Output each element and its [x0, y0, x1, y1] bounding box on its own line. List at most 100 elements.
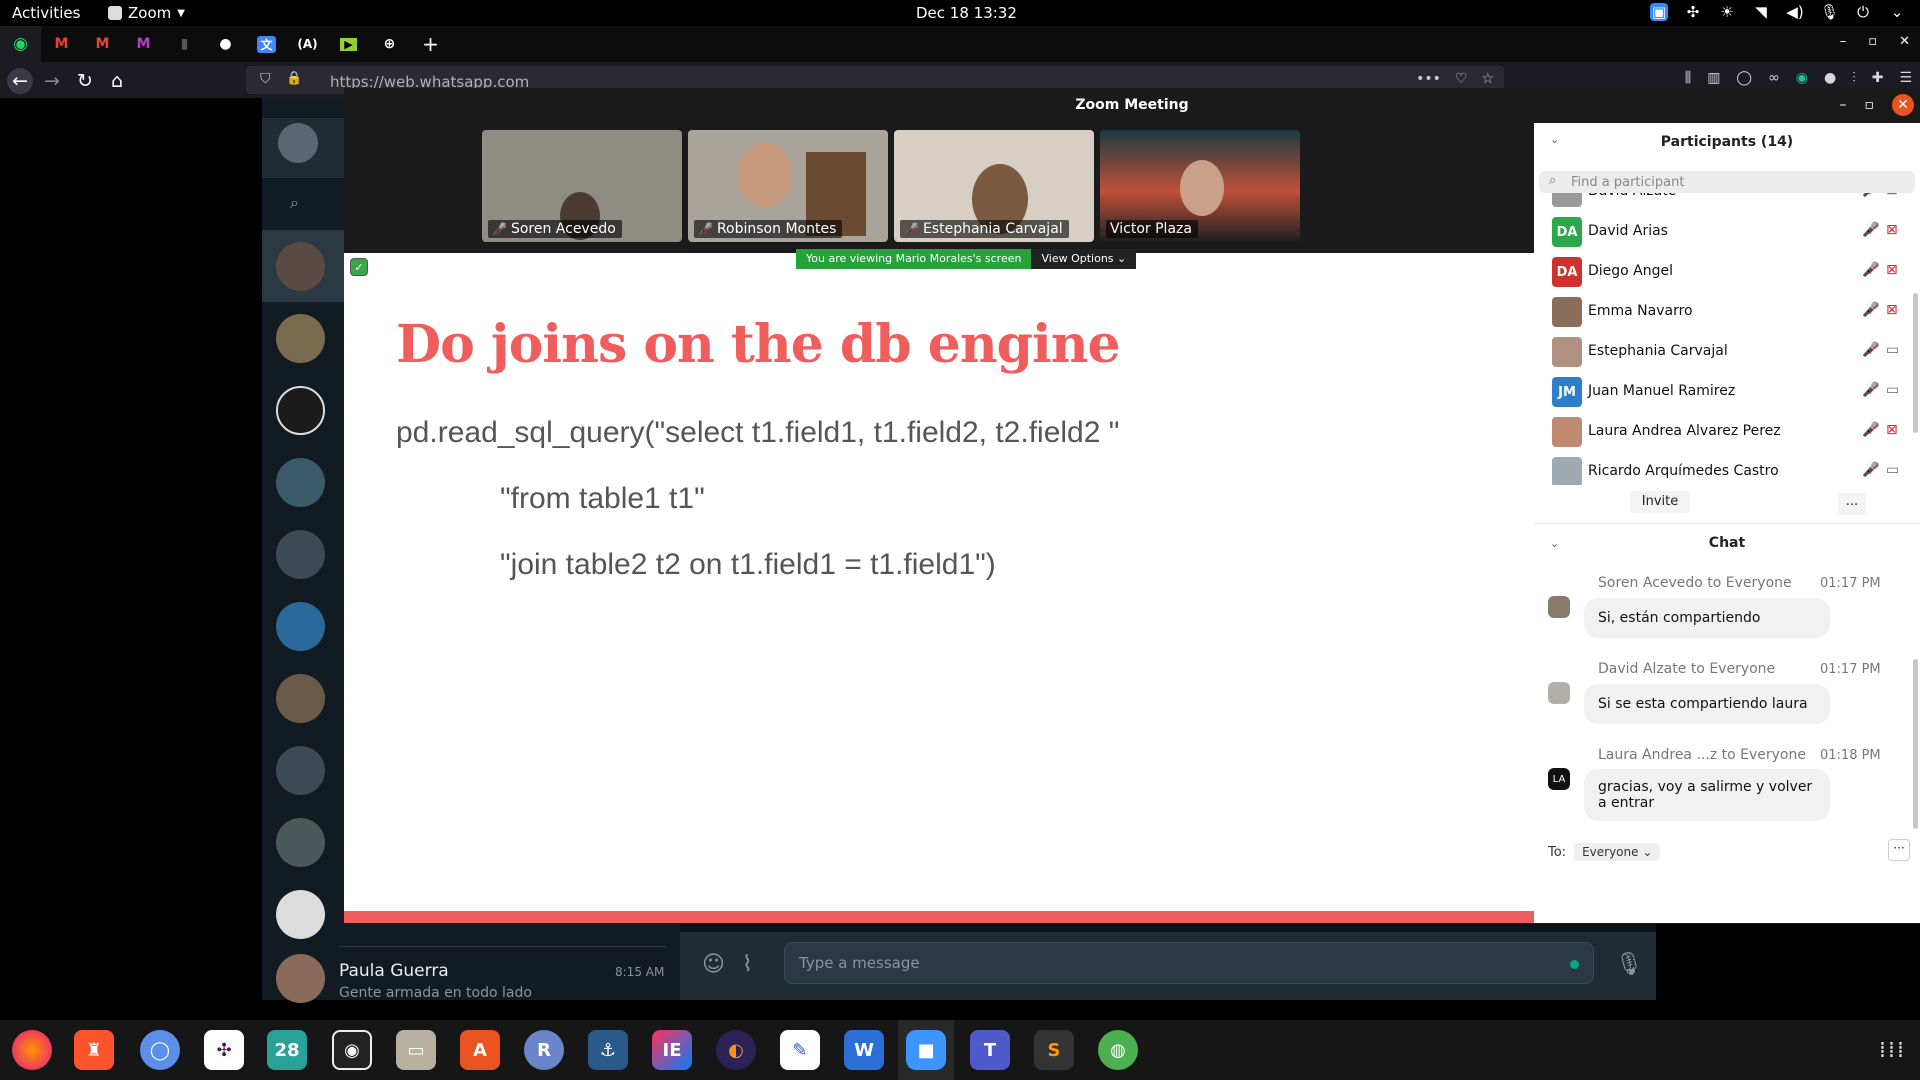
power-icon[interactable]: ⏻	[1854, 3, 1872, 21]
video-tile[interactable]: 🎤̸ Robinson Montes	[688, 130, 888, 242]
search-icon[interactable]: ⌕	[290, 193, 299, 213]
volume-icon[interactable]: ◀)	[1786, 3, 1804, 21]
emoji-icon[interactable]: ☺	[702, 952, 725, 977]
participant-row[interactable]: DA Diego Angel 🎤̸ ⊠	[1534, 251, 1920, 291]
extension-icon[interactable]: ∞	[1768, 70, 1780, 86]
camera-icon[interactable]: ▭	[1886, 382, 1899, 398]
restore-button[interactable]: ▫	[1868, 34, 1877, 49]
muted-mic-icon[interactable]: 🎤̸	[1862, 422, 1879, 438]
camera-off-icon[interactable]: ⊠	[1886, 262, 1898, 278]
sidebar-icon[interactable]: ▥	[1707, 70, 1720, 86]
video-tile[interactable]: Victor Plaza	[1100, 130, 1300, 242]
participant-row[interactable]: Ricardo Arquímedes Castro 🎤̸ ▭	[1534, 451, 1920, 485]
new-tab-button[interactable]: +	[410, 26, 451, 62]
view-options-button[interactable]: View Options ⌄	[1031, 249, 1137, 269]
forward-button[interactable]: →	[39, 68, 65, 94]
extension-icon[interactable]: ⫶	[1852, 70, 1856, 86]
chat-more-button[interactable]: ···	[1888, 839, 1910, 861]
attach-icon[interactable]: ⌇	[742, 952, 753, 977]
tab-gmail-1[interactable]: M	[41, 26, 82, 62]
participant-search-input[interactable]: ⌕ Find a participant	[1539, 171, 1915, 193]
chevron-down-icon[interactable]: ⌄	[1888, 3, 1906, 21]
slack-tray-icon[interactable]: ✣	[1684, 3, 1702, 21]
tab-translate[interactable]: 文	[246, 26, 287, 62]
shield-icon[interactable]: ⛉	[260, 71, 271, 87]
system-tray[interactable]: ▣ ✣ ☀ ◥ ◀) 🎙 ⏻ ⌄	[1650, 3, 1906, 21]
wifi-icon[interactable]: ◥	[1752, 3, 1770, 21]
teams-icon[interactable]: T	[970, 1030, 1010, 1070]
extensions-icon[interactable]: ✚	[1872, 70, 1884, 86]
tab-gmail-3[interactable]: M	[123, 26, 164, 62]
chat-scrollbar[interactable]	[1913, 659, 1918, 829]
chat-message[interactable]: Si se esta compartiendo laura	[1584, 684, 1830, 724]
participant-row[interactable]: Estephania Carvajal 🎤̸ ▭	[1534, 331, 1920, 371]
zoom-tray-icon[interactable]: ▣	[1650, 3, 1668, 21]
more-options-button[interactable]: ...	[1838, 493, 1866, 515]
calendar-icon[interactable]: 28	[267, 1030, 307, 1070]
muted-mic-icon[interactable]: 🎤̸	[1862, 462, 1879, 478]
participant-row[interactable]: DA David Arias 🎤̸ ⊠	[1534, 211, 1920, 251]
minimize-button[interactable]: –	[1840, 97, 1847, 113]
video-tile[interactable]: 🎤̸ Soren Acevedo	[482, 130, 682, 242]
reload-button[interactable]: ↻	[72, 68, 98, 94]
muted-mic-icon[interactable]: 🎤̸	[1862, 222, 1879, 238]
microphone-icon[interactable]: 🎙	[1615, 952, 1643, 977]
eclipse-icon[interactable]: ◐	[716, 1030, 756, 1070]
tab-github[interactable]: ●	[205, 26, 246, 62]
tab-green[interactable]: ▶	[328, 26, 369, 62]
bookmark-star-icon[interactable]: ☆	[1481, 71, 1494, 87]
menu-icon[interactable]: ☰	[1899, 70, 1912, 86]
app-center-icon[interactable]: A	[460, 1030, 500, 1070]
muted-mic-icon[interactable]: 🎤̸	[1862, 382, 1879, 398]
message-input[interactable]: Type a message	[784, 942, 1594, 984]
account-icon[interactable]: ◯	[1736, 70, 1752, 86]
grammarly-icon[interactable]: ◉	[1796, 70, 1808, 86]
r-icon[interactable]: R	[524, 1030, 564, 1070]
tab-gmail-2[interactable]: M	[82, 26, 123, 62]
pocket-icon[interactable]: ♡	[1455, 71, 1468, 87]
slack-icon[interactable]: ✣	[204, 1030, 244, 1070]
avatar[interactable]	[278, 123, 318, 163]
participant-row[interactable]: JM Juan Manuel Ramirez 🎤̸ ▭	[1534, 371, 1920, 411]
participant-row[interactable]: Emma Navarro 🎤̸ ⊠	[1534, 291, 1920, 331]
notes-icon[interactable]: ✎	[780, 1030, 820, 1070]
more-actions-icon[interactable]: •••	[1416, 71, 1441, 87]
activities-button[interactable]: Activities	[12, 4, 80, 22]
camera-icon[interactable]: ▭	[1886, 462, 1899, 478]
globe-icon[interactable]: ◍	[1098, 1030, 1138, 1070]
app-menu[interactable]: Zoom ▼	[108, 4, 185, 22]
show-applications-icon[interactable]: ⁞⁞⁞	[1879, 1038, 1906, 1063]
close-button[interactable]: ✕	[1899, 34, 1910, 49]
screenshot-icon[interactable]: ◉	[332, 1030, 372, 1070]
camera-off-icon[interactable]: ⊠	[1886, 422, 1898, 438]
back-button[interactable]: ←	[7, 68, 33, 94]
camera-off-icon[interactable]: ⊠	[1886, 193, 1898, 198]
security-shield-icon[interactable]: ✓	[350, 258, 368, 276]
muted-mic-icon[interactable]: 🎤̸	[1862, 262, 1879, 278]
participant-row[interactable]: Laura Andrea Alvarez Perez 🎤̸ ⊠	[1534, 411, 1920, 451]
microphone-icon[interactable]: 🎙	[1820, 3, 1839, 21]
mysql-workbench-icon[interactable]: ⚓	[588, 1030, 628, 1070]
tab-whatsapp[interactable]: ◉	[0, 26, 41, 62]
tab-regex[interactable]: (A)	[287, 26, 328, 62]
sublime-icon[interactable]: S	[1034, 1030, 1074, 1070]
participants-scrollbar[interactable]	[1913, 293, 1918, 433]
library-icon[interactable]: ⫼	[1685, 70, 1691, 86]
minimize-button[interactable]: –	[1840, 34, 1847, 49]
video-tile[interactable]: 🎤̸ Estephania Carvajal	[894, 130, 1094, 242]
muted-mic-icon[interactable]: 🎤̸	[1862, 302, 1879, 318]
word-icon[interactable]: W	[844, 1030, 884, 1070]
invite-button[interactable]: Invite	[1630, 491, 1690, 513]
clock[interactable]: Dec 18 13:32	[916, 4, 1017, 22]
chat-name[interactable]: Paula Guerra	[339, 961, 449, 981]
chromium-icon[interactable]: ◯	[140, 1030, 180, 1070]
camera-icon[interactable]: ▭	[1886, 342, 1899, 358]
home-button[interactable]: ⌂	[104, 68, 130, 94]
brave-icon[interactable]: ♜	[74, 1030, 114, 1070]
tab-4[interactable]: ▮	[164, 26, 205, 62]
camera-off-icon[interactable]: ⊠	[1886, 222, 1898, 238]
recipient-select[interactable]: Everyone ⌄	[1574, 843, 1661, 861]
muted-mic-icon[interactable]: 🎤̸	[1862, 342, 1879, 358]
camera-off-icon[interactable]: ⊠	[1886, 302, 1898, 318]
participant-row[interactable]: David Alzate 🎤̸ ⊠	[1534, 193, 1920, 211]
